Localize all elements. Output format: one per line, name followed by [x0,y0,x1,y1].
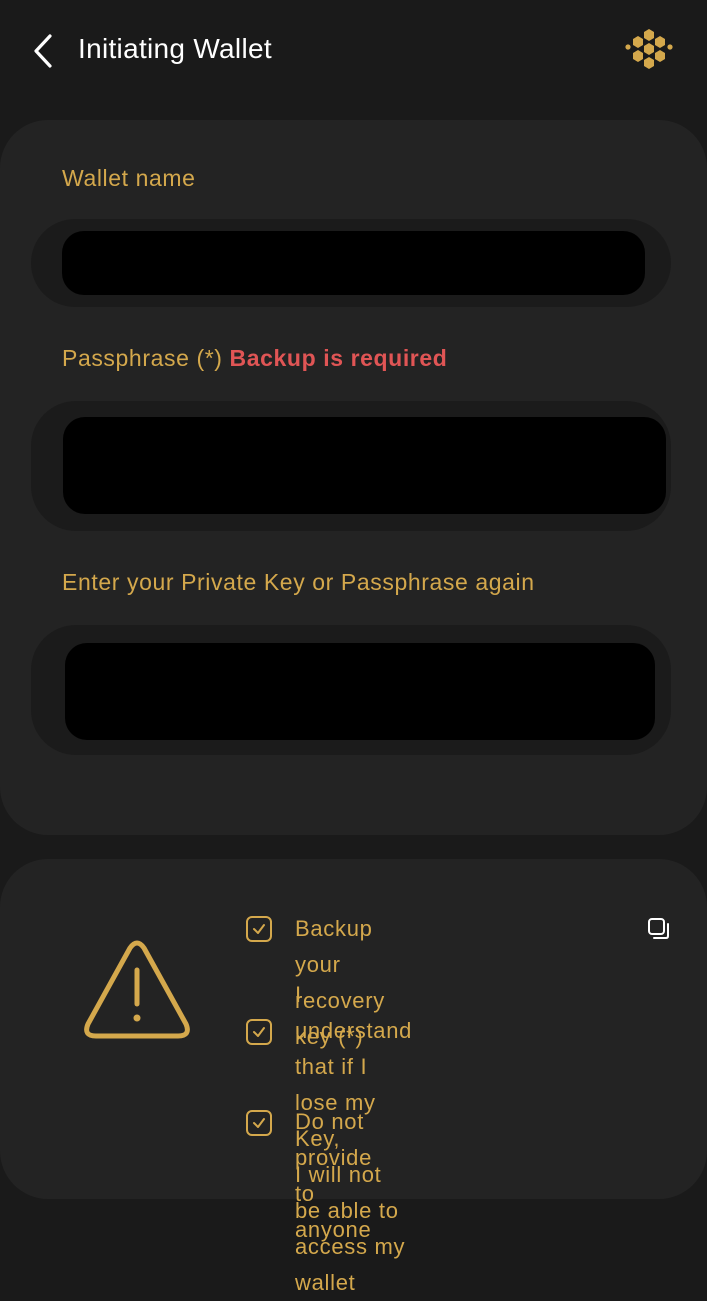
no-share-text: Do not provide to anyone [295,1109,373,1242]
no-share-checkbox[interactable] [246,1110,272,1136]
app-header: Initiating Wallet [0,0,707,100]
passphrase-label: Passphrase (*) Backup is required [62,345,447,372]
confirm-key-field-wrapper [31,625,671,755]
back-button[interactable] [28,32,58,70]
hexagon-cluster-logo [625,29,673,69]
warning-triangle-icon [84,940,190,1039]
passphrase-input[interactable] [63,417,666,514]
confirm-key-input[interactable] [65,643,655,740]
wallet-name-field-wrapper [31,219,671,307]
confirm-key-label: Enter your Private Key or Passphrase aga… [62,569,535,595]
understand-text-line-3: wallet [295,1270,356,1295]
backup-required-note: Backup is required [229,345,448,371]
passphrase-label-text: Passphrase (*) [62,345,223,371]
check-icon [253,1027,265,1037]
wallet-name-label: Wallet name [62,165,196,191]
understand-checkbox[interactable] [246,1019,272,1045]
wallet-name-input[interactable] [62,231,645,295]
backup-key-checkbox[interactable] [246,916,272,942]
check-icon [253,1118,265,1128]
copy-recovery-key-button[interactable] [647,917,671,941]
chevron-left-icon [34,34,52,68]
copy-icon [648,918,669,939]
check-icon [253,924,265,934]
passphrase-field-wrapper [31,401,671,531]
page-title: Initiating Wallet [78,33,272,64]
